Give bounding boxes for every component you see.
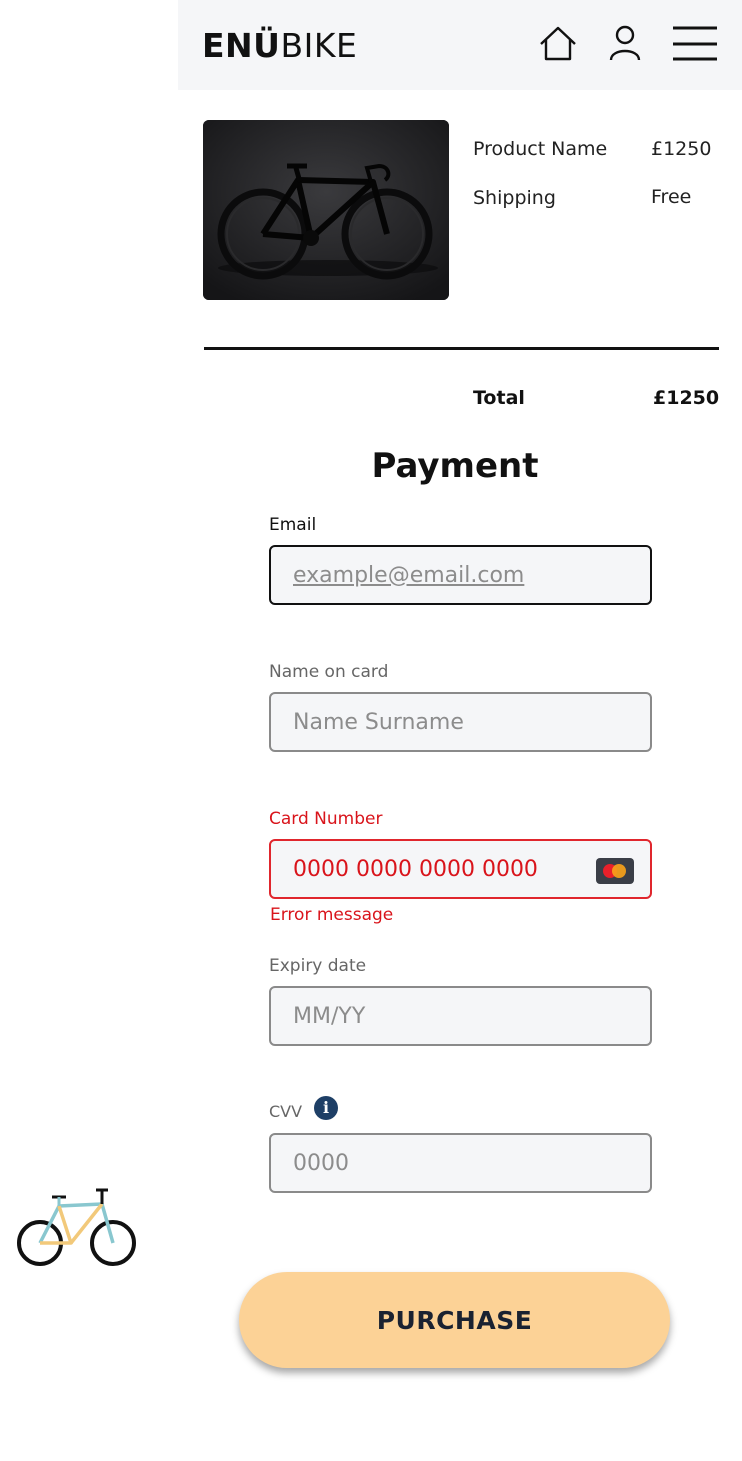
top-header: ENÜBIKE [178,0,742,90]
payment-title: Payment [0,446,742,486]
email-label: Email [269,515,317,535]
user-icon[interactable] [603,22,647,66]
total-value: £1250 [653,387,720,409]
logo-light: BIKE [280,26,358,65]
payment-title-text: Payment [371,446,539,486]
info-icon[interactable]: i [314,1096,338,1120]
email-field[interactable] [269,545,652,605]
card-error-message: Error message [270,905,394,925]
shipping-label: Shipping [473,187,556,209]
mastercard-icon [596,858,634,884]
logo-strong: ENÜ [202,26,281,65]
purchase-button[interactable]: PURCHASE [239,1272,670,1368]
name-field[interactable] [269,692,652,752]
name-label: Name on card [269,662,389,682]
email-input[interactable] [293,547,593,603]
product-price: £1250 [651,138,712,160]
expiry-input[interactable] [293,988,593,1044]
card-number-input[interactable] [293,841,593,897]
summary-divider [204,347,719,350]
name-input[interactable] [293,694,593,750]
bike-illustration-icon [16,1186,138,1272]
card-number-field[interactable] [269,839,652,899]
cvv-label: CVV [269,1102,303,1121]
menu-icon[interactable] [671,22,719,66]
card-number-label: Card Number [269,809,383,829]
total-label: Total [473,387,525,409]
cvv-field[interactable] [269,1133,652,1193]
home-icon[interactable] [536,22,580,66]
product-name: Product Name [473,138,608,160]
shipping-value: Free [651,186,692,208]
expiry-label: Expiry date [269,956,367,976]
brand-logo[interactable]: ENÜBIKE [202,26,357,65]
expiry-field[interactable] [269,986,652,1046]
cvv-input[interactable] [293,1135,593,1191]
product-image [203,120,449,300]
